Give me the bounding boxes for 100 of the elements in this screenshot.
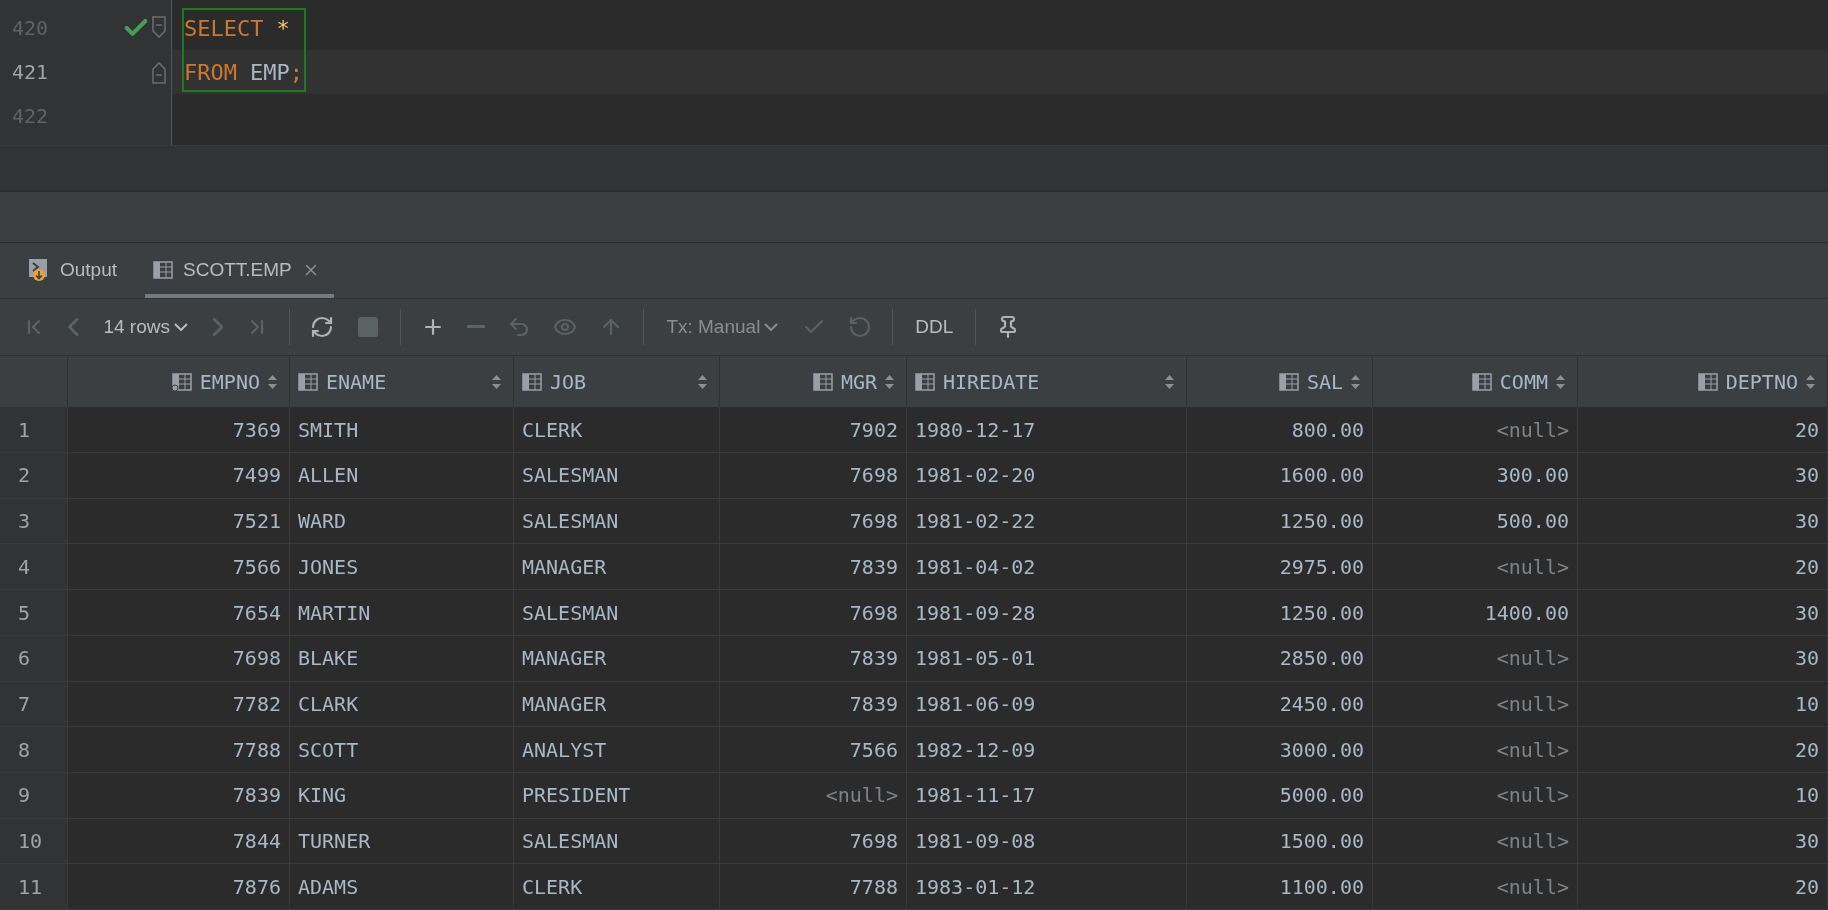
chevron-down-icon xyxy=(173,322,188,331)
column-header[interactable]: MGR xyxy=(720,356,907,408)
table-cell: KING xyxy=(290,772,514,818)
stop-icon xyxy=(356,314,381,339)
table-cell: 1100.00 xyxy=(1187,864,1373,909)
sort-icon[interactable] xyxy=(1806,374,1815,389)
table-cell: 500.00 xyxy=(1373,498,1578,544)
column-icon xyxy=(522,371,542,392)
table-cell: CLARK xyxy=(290,681,514,727)
table-cell: <null> xyxy=(1373,772,1578,818)
column-header[interactable]: HIREDATE xyxy=(907,356,1187,408)
table-cell: 2850.00 xyxy=(1187,635,1373,681)
tab[interactable]: Output xyxy=(20,242,132,298)
table-cell: CLERK xyxy=(514,864,720,909)
table-cell: 10 xyxy=(1578,681,1828,727)
code-line: SELECT * xyxy=(183,14,291,43)
table-cell: <null> xyxy=(1373,864,1578,909)
table-cell: 1981-05-01 xyxy=(907,635,1187,681)
table-cell: 1981-02-20 xyxy=(907,453,1187,498)
table-cell: 7788 xyxy=(68,727,290,772)
table-cell: 30 xyxy=(1578,498,1828,544)
table-cell: 1981-04-02 xyxy=(907,544,1187,590)
sort-icon[interactable] xyxy=(885,374,894,389)
table-cell: 7902 xyxy=(720,407,907,453)
table-cell: 2450.00 xyxy=(1187,681,1373,727)
table-cell: <null> xyxy=(1373,818,1578,864)
table-cell: ADAMS xyxy=(290,864,514,909)
table-cell: MANAGER xyxy=(514,544,720,590)
row-number: 11 xyxy=(0,864,68,909)
column-icon xyxy=(1697,371,1718,392)
table-cell: <null> xyxy=(1373,727,1578,772)
table-cell: 7698 xyxy=(68,635,290,681)
sort-icon[interactable] xyxy=(1165,374,1174,389)
table-cell: 7788 xyxy=(720,864,907,909)
table-cell: 7839 xyxy=(720,544,907,590)
table-cell: 1500.00 xyxy=(1187,818,1373,864)
table-cell: MANAGER xyxy=(514,681,720,727)
table-cell: BLAKE xyxy=(290,635,514,681)
table-cell: SALESMAN xyxy=(514,590,720,635)
console-icon xyxy=(28,258,50,283)
table-cell: TURNER xyxy=(290,818,514,864)
refresh-icon xyxy=(310,314,335,339)
row-number: 5 xyxy=(0,590,68,635)
table-cell: 30 xyxy=(1578,818,1828,864)
sort-icon[interactable] xyxy=(1556,374,1565,389)
sort-icon[interactable] xyxy=(698,374,707,389)
table-cell: 1250.00 xyxy=(1187,498,1373,544)
table-cell: 1981-06-09 xyxy=(907,681,1187,727)
table-cell: 2975.00 xyxy=(1187,544,1373,590)
table-cell: 30 xyxy=(1578,635,1828,681)
column-icon xyxy=(1278,371,1299,392)
table-cell: 3000.00 xyxy=(1187,727,1373,772)
column-icon xyxy=(812,371,833,392)
table-cell: 7698 xyxy=(720,590,907,635)
sort-icon[interactable] xyxy=(268,374,277,389)
table-cell: 1982-12-09 xyxy=(907,727,1187,772)
table-cell: 1981-02-22 xyxy=(907,498,1187,544)
table-cell: 20 xyxy=(1578,407,1828,453)
table-cell: 30 xyxy=(1578,590,1828,635)
row-number: 9 xyxy=(0,772,68,818)
table-cell: SMITH xyxy=(290,407,514,453)
table-cell: JONES xyxy=(290,544,514,590)
table-cell: <null> xyxy=(1373,635,1578,681)
table-cell: 7369 xyxy=(68,407,290,453)
column-header[interactable]: ENAME xyxy=(290,356,514,408)
ddl-button[interactable]: DDL xyxy=(905,311,964,342)
column-icon xyxy=(298,371,318,392)
table-cell: 7876 xyxy=(68,864,290,909)
next-page-icon xyxy=(211,316,224,337)
table-cell: PRESIDENT xyxy=(514,772,720,818)
table-cell: <null> xyxy=(720,772,907,818)
table-cell: MANAGER xyxy=(514,635,720,681)
row-number: 1 xyxy=(0,407,68,453)
rows-dropdown[interactable]: 14 rows xyxy=(93,311,198,342)
table-cell: <null> xyxy=(1373,544,1578,590)
column-header[interactable]: COMM xyxy=(1373,356,1578,408)
table-cell: 7521 xyxy=(68,498,290,544)
table-cell: 7566 xyxy=(720,727,907,772)
table-cell: 1400.00 xyxy=(1373,590,1578,635)
rollback-icon xyxy=(848,314,873,339)
sort-icon[interactable] xyxy=(492,374,501,389)
column-header[interactable]: JOB xyxy=(514,356,720,408)
table-cell: ANALYST xyxy=(514,727,720,772)
table-cell: 10 xyxy=(1578,772,1828,818)
table-cell: WARD xyxy=(290,498,514,544)
table-cell: SALESMAN xyxy=(514,498,720,544)
column-header[interactable]: DEPTNO xyxy=(1578,356,1828,408)
table-cell: <null> xyxy=(1373,407,1578,453)
table-cell: SCOTT xyxy=(290,727,514,772)
fold-marker-icon[interactable] xyxy=(152,16,166,38)
column-header[interactable]: SAL xyxy=(1187,356,1373,408)
row-number: 2 xyxy=(0,453,68,498)
table-cell: 7654 xyxy=(68,590,290,635)
sort-icon[interactable] xyxy=(1351,374,1360,389)
table-cell: 7698 xyxy=(720,453,907,498)
column-header[interactable]: EMPNO xyxy=(68,356,290,408)
fold-marker-icon[interactable] xyxy=(152,62,166,84)
table-cell: 1981-09-28 xyxy=(907,590,1187,635)
table-cell: 7844 xyxy=(68,818,290,864)
row-number: 6 xyxy=(0,635,68,681)
